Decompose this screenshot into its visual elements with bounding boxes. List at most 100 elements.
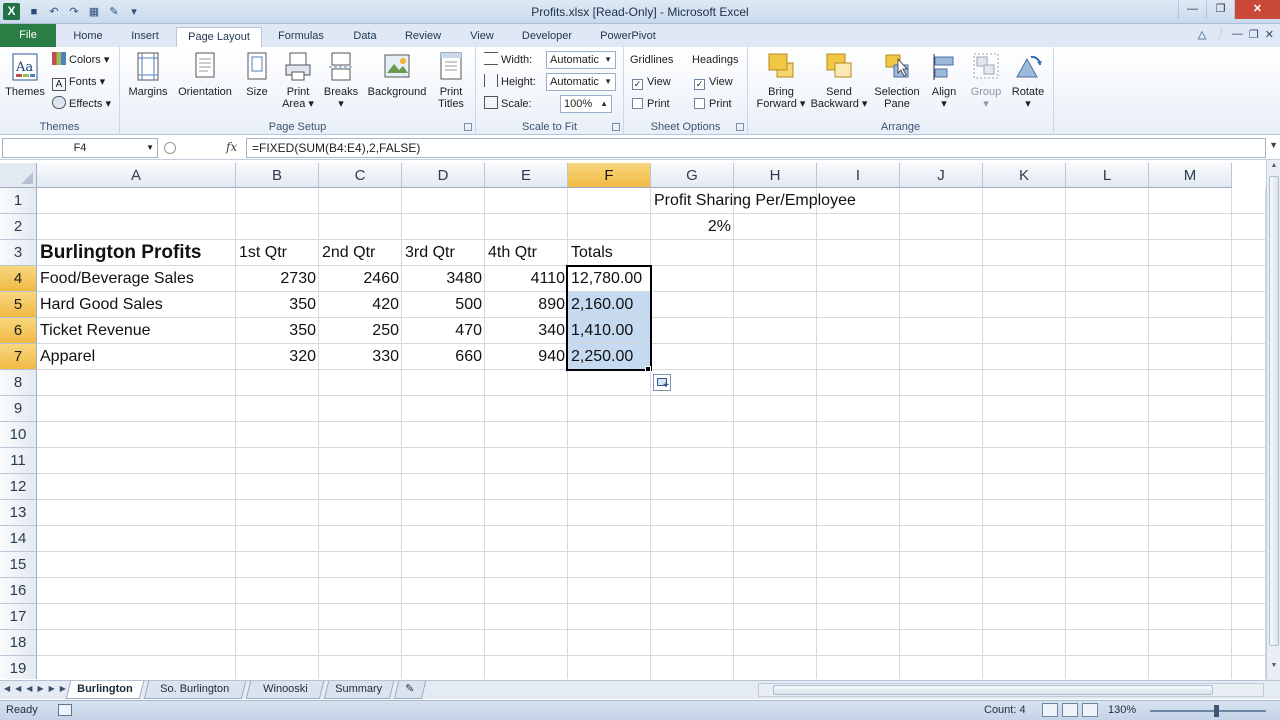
column-header-d[interactable]: D <box>402 163 485 188</box>
column-header-j[interactable]: J <box>900 163 983 188</box>
scroll-up-icon[interactable]: ▲ <box>1269 162 1279 174</box>
column-header-g[interactable]: G <box>651 163 734 188</box>
gridlines-view-checkbox[interactable]: ✓ View <box>632 73 671 91</box>
sheet-nav-arrows-icon[interactable]: ◀◀◀▶▶▶ <box>4 684 71 693</box>
selection-pane-button[interactable]: Selection Pane <box>870 51 924 110</box>
doc-restore-icon[interactable]: ❐ <box>1249 28 1259 41</box>
select-all-button[interactable] <box>0 163 37 188</box>
cell-d5[interactable]: 500 <box>402 292 485 318</box>
row-header-12[interactable]: 12 <box>0 474 37 500</box>
rotate-button[interactable]: Rotate ▾ <box>1008 51 1048 110</box>
cell-c4[interactable]: 2460 <box>319 266 402 292</box>
page-layout-view-icon[interactable] <box>1062 703 1078 717</box>
column-header-h[interactable]: H <box>734 163 817 188</box>
row-header-18[interactable]: 18 <box>0 630 37 656</box>
chevron-down-icon[interactable]: ▼ <box>146 139 154 157</box>
print-titles-button[interactable]: Print Titles <box>432 51 470 110</box>
tab-developer[interactable]: Developer <box>514 27 580 47</box>
scale-spinner[interactable]: 100% ▲ <box>560 95 612 113</box>
group-button[interactable]: Group ▾ <box>966 51 1006 110</box>
tab-formulas[interactable]: Formulas <box>270 27 332 47</box>
cell-b4[interactable]: 2730 <box>236 266 319 292</box>
row-header-19[interactable]: 19 <box>0 656 37 679</box>
bring-forward-button[interactable]: Bring Forward ▾ <box>756 51 806 110</box>
row-header-5[interactable]: 5 <box>0 292 37 318</box>
tab-page-layout[interactable]: Page Layout <box>176 27 262 48</box>
cell-c5[interactable]: 420 <box>319 292 402 318</box>
doc-close-icon[interactable]: ✕ <box>1265 28 1274 41</box>
effects-button[interactable]: Effects ▾ <box>52 95 111 113</box>
help-icon[interactable]: ❔ <box>1212 28 1226 41</box>
page-setup-launcher-icon[interactable] <box>464 123 472 131</box>
scale-to-fit-launcher-icon[interactable] <box>612 123 620 131</box>
cell-e4[interactable]: 4110 <box>485 266 568 292</box>
close-icon[interactable]: ✕ <box>1234 0 1280 19</box>
horizontal-scrollbar[interactable] <box>758 683 1264 697</box>
cell-b7[interactable]: 320 <box>236 344 319 370</box>
gridlines-print-checkbox[interactable]: Print <box>632 95 670 113</box>
cell-g2[interactable]: 2% <box>651 214 734 240</box>
normal-view-icon[interactable] <box>1042 703 1058 717</box>
formula-input[interactable]: =FIXED(SUM(B4:E4),2,FALSE) <box>246 138 1266 158</box>
cell-b6[interactable]: 350 <box>236 318 319 344</box>
name-box[interactable]: F4 ▼ <box>2 138 158 158</box>
minimize-icon[interactable]: — <box>1178 0 1206 19</box>
row-header-14[interactable]: 14 <box>0 526 37 552</box>
cell-e5[interactable]: 890 <box>485 292 568 318</box>
cell-c6[interactable]: 250 <box>319 318 402 344</box>
column-header-e[interactable]: E <box>485 163 568 188</box>
headings-view-checkbox[interactable]: ✓ View <box>694 73 733 91</box>
print-area-button[interactable]: Print Area ▾ <box>278 51 318 110</box>
column-header-c[interactable]: C <box>319 163 402 188</box>
sheet-tab-so-burlington[interactable]: So. Burlington <box>143 681 247 699</box>
column-header-k[interactable]: K <box>983 163 1066 188</box>
cell-g1[interactable]: Profit Sharing Per/Employee <box>651 188 856 214</box>
row-header-8[interactable]: 8 <box>0 370 37 396</box>
insert-sheet-button[interactable]: ✎ <box>393 681 427 699</box>
row-header-1[interactable]: 1 <box>0 188 37 214</box>
column-header-i[interactable]: I <box>817 163 900 188</box>
height-select[interactable]: Automatic ▼ <box>546 73 616 91</box>
cell-a6[interactable]: Ticket Revenue <box>37 318 236 344</box>
send-backward-button[interactable]: Send Backward ▾ <box>810 51 868 110</box>
tab-home[interactable]: Home <box>68 27 108 47</box>
cell-a5[interactable]: Hard Good Sales <box>37 292 236 318</box>
formula-cancel-icon[interactable] <box>164 142 176 154</box>
cell-e3[interactable]: 4th Qtr <box>485 240 568 266</box>
cell-a4[interactable]: Food/Beverage Sales <box>37 266 236 292</box>
cell-b5[interactable]: 350 <box>236 292 319 318</box>
row-header-13[interactable]: 13 <box>0 500 37 526</box>
expand-formula-bar-icon[interactable]: ▼ <box>1269 140 1278 150</box>
tab-review[interactable]: Review <box>398 27 448 47</box>
tab-file[interactable]: File <box>0 24 56 47</box>
size-button[interactable]: Size <box>240 51 274 98</box>
row-header-2[interactable]: 2 <box>0 214 37 240</box>
zoom-slider[interactable] <box>1150 705 1266 717</box>
column-header-l[interactable]: L <box>1066 163 1149 188</box>
restore-icon[interactable]: ❐ <box>1206 0 1234 19</box>
row-header-9[interactable]: 9 <box>0 396 37 422</box>
column-header-m[interactable]: M <box>1149 163 1232 188</box>
worksheet-grid[interactable]: A B C D E F G H I J K L M 1 2 3 4 5 6 7 8 9 10 11 12 13 14 15 16 17 18… <box>0 163 1266 679</box>
cell-c3[interactable]: 2nd Qtr <box>319 240 402 266</box>
vertical-scrollbar[interactable]: ▲ ▼ <box>1266 160 1280 680</box>
row-header-6[interactable]: 6 <box>0 318 37 344</box>
macro-record-icon[interactable] <box>58 704 72 716</box>
fonts-button[interactable]: A Fonts ▾ <box>52 73 105 91</box>
sheet-tab-winooski[interactable]: Winooski <box>245 681 325 699</box>
column-header-f[interactable]: F <box>568 163 651 188</box>
horizontal-scroll-thumb[interactable] <box>773 685 1213 695</box>
row-header-10[interactable]: 10 <box>0 422 37 448</box>
column-header-b[interactable]: B <box>236 163 319 188</box>
cell-b3[interactable]: 1st Qtr <box>236 240 319 266</box>
row-header-7[interactable]: 7 <box>0 344 37 370</box>
tab-insert[interactable]: Insert <box>124 27 166 47</box>
row-header-17[interactable]: 17 <box>0 604 37 630</box>
colors-button[interactable]: Colors ▾ <box>52 51 109 69</box>
cell-e6[interactable]: 340 <box>485 318 568 344</box>
tab-view[interactable]: View <box>462 27 502 47</box>
margins-button[interactable]: Margins <box>126 51 170 98</box>
orientation-button[interactable]: Orientation <box>172 51 238 98</box>
cell-d6[interactable]: 470 <box>402 318 485 344</box>
tab-data[interactable]: Data <box>344 27 386 47</box>
